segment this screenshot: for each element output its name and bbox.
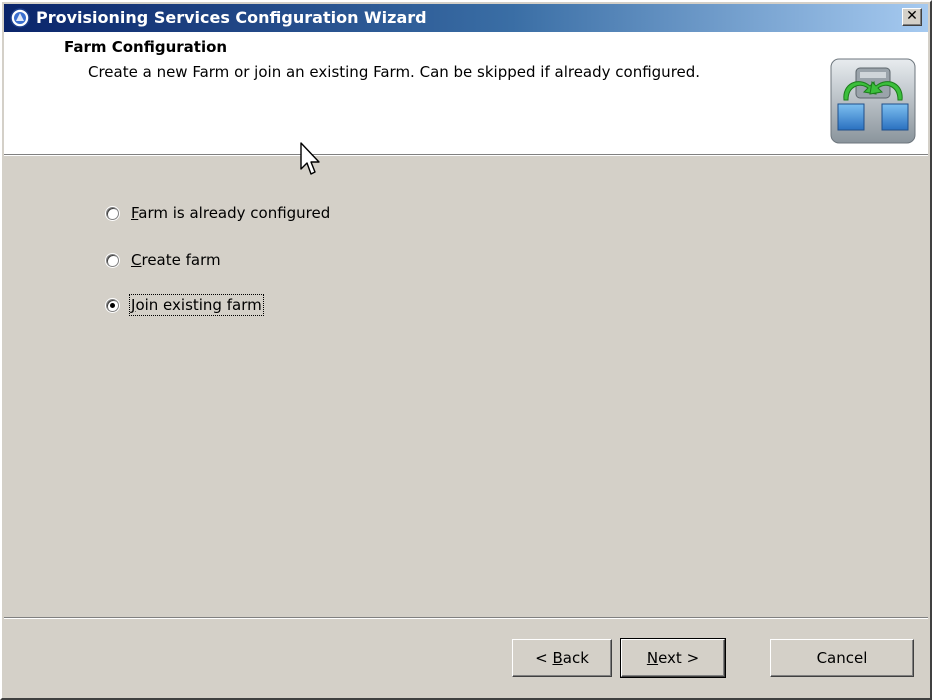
option-join-farm[interactable]: Join existing farm: [106, 293, 264, 317]
option-label: Join existing farm: [129, 294, 264, 316]
header-divider-highlight: [4, 155, 928, 156]
radio-selected-dot: [110, 302, 115, 308]
window-title: Provisioning Services Configuration Wiza…: [36, 8, 427, 27]
close-button[interactable]: ✕: [902, 8, 922, 26]
close-icon: ✕: [906, 8, 918, 24]
title-bar[interactable]: Provisioning Services Configuration Wiza…: [4, 4, 928, 32]
cancel-button[interactable]: Cancel: [770, 639, 914, 677]
page-title: Farm Configuration: [64, 38, 228, 56]
footer-divider-highlight: [4, 618, 928, 619]
radio-farm-configured[interactable]: [106, 206, 119, 220]
page-description: Create a new Farm or join an existing Fa…: [88, 63, 701, 81]
radio-join-farm[interactable]: [106, 298, 119, 312]
option-create-farm[interactable]: Create farm: [106, 248, 221, 272]
option-farm-configured[interactable]: Farm is already configured: [106, 201, 330, 225]
provisioning-services-logo-icon: [830, 58, 916, 144]
option-label: Farm is already configured: [131, 204, 331, 222]
app-icon: [10, 8, 30, 28]
mouse-pointer-icon: [300, 142, 320, 175]
radio-create-farm[interactable]: [106, 253, 119, 267]
next-button[interactable]: Next >: [620, 638, 726, 678]
wizard-window: Provisioning Services Configuration Wiza…: [0, 0, 932, 700]
option-label: Create farm: [131, 251, 221, 269]
back-button[interactable]: < Back: [512, 639, 612, 677]
